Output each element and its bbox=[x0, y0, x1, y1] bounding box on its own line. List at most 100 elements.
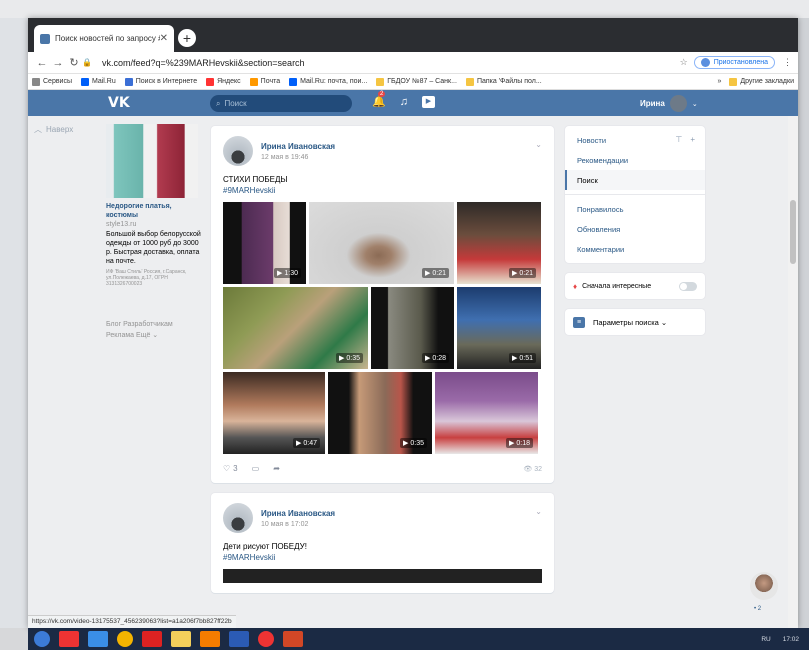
video-thumbnail[interactable]: ▶ 0:21 bbox=[309, 202, 454, 284]
video-grid: ▶ 1:30 ▶ 0:21 ▶ 0:21 ▶ 0:35 ▶ 0:28 ▶ 0:5… bbox=[223, 202, 542, 454]
powerpoint-icon[interactable] bbox=[283, 631, 303, 647]
close-tab-icon[interactable]: ✕ bbox=[160, 33, 168, 44]
comment-button[interactable]: ▭ bbox=[252, 464, 260, 473]
url-field[interactable]: vk.com/feed?q=%239MARHevskii&section=sea… bbox=[102, 58, 680, 68]
menu-item-recommendations[interactable]: Рекомендации bbox=[565, 150, 705, 170]
ad-legal: ИФ 'Ваш Стиль' Россия, г.Саранск, ул.Пол… bbox=[106, 269, 187, 287]
filter-icon[interactable]: ⊤ bbox=[675, 135, 682, 144]
page-scrollbar[interactable] bbox=[788, 116, 798, 628]
reload-icon[interactable]: ↻ bbox=[66, 56, 82, 69]
feed-menu: Новости ⊤ + Рекомендации Поиск Понравилос… bbox=[565, 126, 705, 263]
desktop-strip bbox=[0, 0, 809, 18]
new-tab-button[interactable]: + bbox=[178, 29, 196, 47]
page-body: ︿ Наверх Недорогие платья, костюмы style… bbox=[28, 116, 798, 628]
bookmark-star-icon[interactable]: ☆ bbox=[680, 57, 688, 68]
post-date[interactable]: 10 мая в 17:02 bbox=[261, 521, 335, 528]
video-thumbnail[interactable]: ▶ 0:47 bbox=[223, 372, 325, 454]
chrome-menu-icon[interactable]: ⋮ bbox=[783, 57, 792, 68]
language-indicator[interactable]: RU bbox=[761, 636, 770, 643]
bookmark-other[interactable]: Другие закладки bbox=[729, 77, 794, 86]
interesting-first-toggle-row[interactable]: ♦ Сначала интересные bbox=[565, 273, 705, 299]
video-thumbnail[interactable]: ▶ 0:28 bbox=[371, 287, 454, 369]
ie-icon[interactable] bbox=[88, 631, 108, 647]
ad-image[interactable] bbox=[106, 124, 198, 198]
post-date[interactable]: 12 мая в 19:46 bbox=[261, 154, 335, 161]
author-avatar[interactable] bbox=[223, 503, 253, 533]
profile-button[interactable]: Приостановлена bbox=[693, 56, 775, 69]
menu-item-news[interactable]: Новости ⊤ + bbox=[565, 130, 705, 150]
vk-favicon-icon bbox=[40, 33, 50, 44]
bookmark-yandex[interactable]: Яндекс bbox=[206, 77, 241, 86]
back-icon[interactable]: ← bbox=[34, 57, 50, 69]
share-button[interactable]: ➦ bbox=[273, 464, 280, 473]
yandex-app-icon[interactable] bbox=[59, 631, 79, 647]
interesting-toggle[interactable] bbox=[679, 281, 697, 291]
post-image[interactable] bbox=[223, 569, 542, 583]
profile-label: Приостановлена bbox=[713, 59, 768, 66]
folder-icon[interactable] bbox=[171, 631, 191, 647]
footer-links[interactable]: Блог Разработчикам Реклама Ещё ⌄ bbox=[106, 319, 204, 341]
profile-avatar bbox=[700, 58, 710, 67]
hashtag-link[interactable]: #9MARHevskii bbox=[223, 185, 542, 196]
word-icon[interactable] bbox=[229, 631, 249, 647]
bookmark-folder[interactable]: Папка 'Файлы пол... bbox=[465, 77, 542, 86]
settings-sliders-icon: ≡ bbox=[573, 316, 585, 328]
video-thumbnail[interactable]: ▶ 1:30 bbox=[223, 202, 306, 284]
clock[interactable]: 17:02 bbox=[783, 636, 799, 643]
notifications-bell-icon[interactable]: 🔔 2 bbox=[372, 91, 386, 108]
post-menu-chevron-icon[interactable]: ⌄ bbox=[535, 140, 542, 149]
chrome-icon[interactable] bbox=[117, 631, 133, 647]
video-thumbnail[interactable]: ▶ 0:35 bbox=[223, 287, 368, 369]
chevron-down-icon: ⌄ bbox=[691, 100, 698, 108]
lock-icon[interactable]: 🔒 bbox=[82, 58, 92, 67]
yandex-browser-icon[interactable] bbox=[258, 631, 274, 647]
forward-icon[interactable]: → bbox=[50, 57, 66, 69]
author-name[interactable]: Ирина Ивановская bbox=[261, 509, 335, 518]
ad-block[interactable]: Недорогие платья, костюмы style13.ru Бол… bbox=[106, 124, 204, 341]
bookmark-apps[interactable]: Сервисы bbox=[32, 77, 72, 86]
bookmark-mailru-mail[interactable]: Mail.Ru: почта, пои... bbox=[289, 77, 367, 86]
menu-item-liked[interactable]: Понравилось bbox=[565, 199, 705, 219]
search-icon: ⌕ bbox=[216, 98, 221, 108]
video-play-icon[interactable]: ▶ bbox=[421, 95, 435, 108]
menu-item-updates[interactable]: Обновления bbox=[565, 219, 705, 239]
bookmarks-more[interactable]: » bbox=[717, 78, 721, 86]
desktop-left bbox=[0, 18, 28, 628]
chat-count[interactable]: • 2 bbox=[754, 606, 761, 612]
scroll-thumb[interactable] bbox=[790, 200, 796, 264]
vk-search-input[interactable]: ⌕ Поиск bbox=[210, 95, 352, 112]
video-thumbnail[interactable]: ▶ 0:21 bbox=[457, 202, 541, 284]
vk-header: VK ⌕ Поиск 🔔 2 ♫ ▶ Ирина ⌄ bbox=[28, 90, 798, 116]
post-header: Ирина Ивановская 10 мая в 17:02 bbox=[223, 503, 542, 533]
menu-divider bbox=[565, 194, 705, 195]
video-thumbnail[interactable]: ▶ 0:51 bbox=[457, 287, 541, 369]
post-header: Ирина Ивановская 12 мая в 19:46 bbox=[223, 136, 542, 166]
music-icon[interactable]: ♫ bbox=[400, 96, 408, 108]
search-params-button[interactable]: ≡ Параметры поиска ⌄ bbox=[565, 309, 705, 335]
bookmark-mailru[interactable]: Mail.Ru bbox=[81, 77, 116, 86]
start-icon[interactable] bbox=[34, 631, 50, 647]
left-column: ︿ Наверх Недорогие платья, костюмы style… bbox=[34, 124, 204, 339]
bookmark-search[interactable]: Поиск в Интернете bbox=[124, 77, 197, 86]
menu-item-search[interactable]: Поиск bbox=[565, 170, 705, 190]
browser-tab[interactable]: Поиск новостей по запросу #9... ✕ bbox=[34, 25, 174, 52]
hashtag-link[interactable]: #9MARHevskii bbox=[223, 552, 542, 563]
bookmark-gbdou[interactable]: ГБДОУ №87 – Санк... bbox=[376, 77, 457, 86]
media-player-icon[interactable] bbox=[200, 631, 220, 647]
author-name[interactable]: Ирина Ивановская bbox=[261, 142, 335, 151]
post-text: СТИХИ ПОБЕДЫ #9MARHevskii bbox=[223, 174, 542, 196]
like-button[interactable]: ♡ 3 bbox=[223, 464, 238, 473]
post-menu-chevron-icon[interactable]: ⌄ bbox=[535, 507, 542, 516]
video-thumbnail[interactable]: ▶ 0:18 bbox=[435, 372, 538, 454]
add-icon[interactable]: + bbox=[690, 135, 695, 144]
video-thumbnail[interactable]: ▶ 0:35 bbox=[328, 372, 432, 454]
menu-item-comments[interactable]: Комментарии bbox=[565, 239, 705, 259]
ad-title[interactable]: Недорогие платья, костюмы bbox=[106, 202, 204, 220]
user-menu[interactable]: Ирина ⌄ bbox=[640, 95, 698, 112]
author-avatar[interactable] bbox=[223, 136, 253, 166]
windows-taskbar: RU 17:02 bbox=[28, 628, 809, 650]
chat-avatar[interactable] bbox=[750, 572, 778, 600]
vk-logo[interactable]: VK bbox=[108, 95, 130, 111]
bookmark-mail[interactable]: Почта bbox=[249, 77, 280, 86]
pdf-icon[interactable] bbox=[142, 631, 162, 647]
